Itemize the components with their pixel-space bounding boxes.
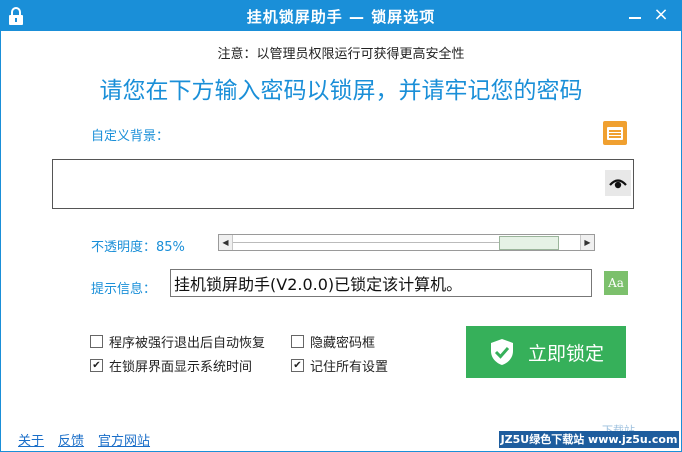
- auto-restore-checkbox[interactable]: 程序被强行退出后自动恢复: [90, 332, 265, 351]
- lock-options-window: 挂机锁屏助手 — 锁屏选项 × 注意：以管理员权限运行可获得更高安全性 请您在下…: [0, 0, 682, 452]
- minimize-button[interactable]: [623, 3, 647, 27]
- hide-password-checkbox[interactable]: 隐藏密码框: [291, 332, 375, 351]
- page-headline: 请您在下方输入密码以锁屏，并请牢记您的密码: [99, 78, 583, 104]
- lock-now-button[interactable]: 立即锁定: [466, 326, 626, 378]
- checkbox-label: 记住所有设置: [310, 360, 389, 375]
- checkbox-box[interactable]: ✔: [291, 359, 304, 372]
- admin-notice: 注意：以管理员权限运行可获得更高安全性: [217, 47, 465, 62]
- checkbox-label: 程序被强行退出后自动恢复: [109, 336, 266, 351]
- about-link[interactable]: 关于: [18, 430, 44, 449]
- checkbox-box[interactable]: [291, 335, 304, 348]
- show-time-checkbox[interactable]: ✔ 在锁屏界面显示系统时间: [90, 356, 252, 375]
- slider-left-arrow[interactable]: ◀: [219, 235, 233, 250]
- slider-fill: [233, 242, 499, 243]
- opacity-slider[interactable]: ◀ ▶: [218, 234, 595, 251]
- shield-check-icon: [490, 339, 513, 365]
- eye-icon[interactable]: [605, 170, 631, 196]
- background-preview-box[interactable]: [52, 159, 634, 209]
- checkbox-box[interactable]: ✔: [90, 359, 103, 372]
- slider-track[interactable]: [233, 235, 580, 250]
- hint-input[interactable]: [170, 269, 592, 297]
- watermark-badge: JZ5U绿色下载站 www.jz5u.com: [499, 431, 679, 448]
- folder-icon[interactable]: [603, 121, 627, 145]
- slider-right-arrow[interactable]: ▶: [580, 235, 594, 250]
- feedback-link[interactable]: 反馈: [58, 430, 84, 449]
- slider-thumb[interactable]: [498, 236, 559, 250]
- window-title: 挂机锁屏助手 — 锁屏选项: [246, 8, 436, 26]
- title-bar[interactable]: 挂机锁屏助手 — 锁屏选项 ×: [1, 1, 681, 31]
- background-label: 自定义背景：: [91, 129, 170, 144]
- hint-label: 提示信息：: [91, 282, 157, 297]
- checkbox-box[interactable]: [90, 335, 103, 348]
- opacity-label: 不透明度：85%: [91, 240, 185, 255]
- remember-settings-checkbox[interactable]: ✔ 记住所有设置: [291, 356, 388, 375]
- checkbox-label: 在锁屏界面显示系统时间: [109, 360, 253, 375]
- checkbox-label: 隐藏密码框: [310, 336, 376, 351]
- font-settings-button[interactable]: Aa: [604, 271, 628, 295]
- lock-now-label: 立即锁定: [527, 342, 604, 365]
- website-link[interactable]: 官方网站: [98, 430, 150, 449]
- close-button[interactable]: ×: [649, 3, 673, 27]
